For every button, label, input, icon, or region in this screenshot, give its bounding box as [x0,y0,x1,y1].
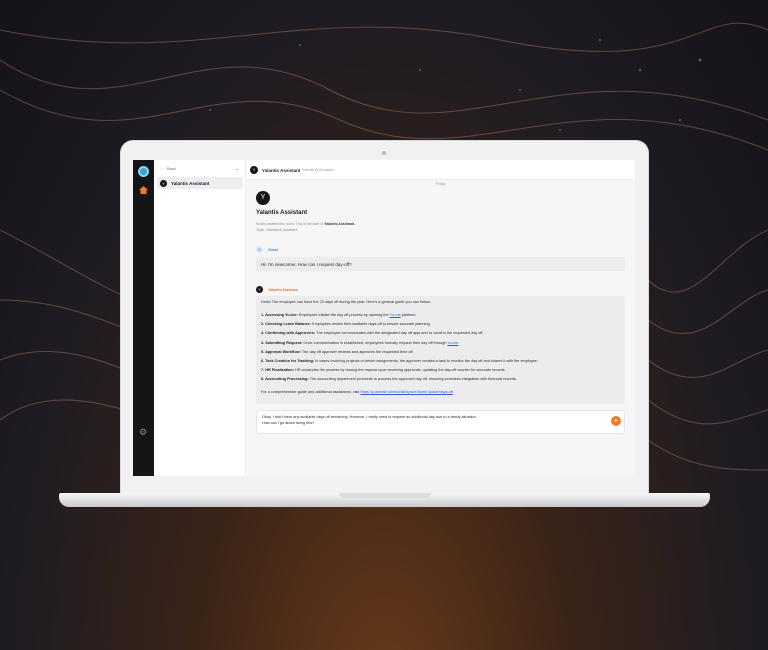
send-icon[interactable]: ➤ [611,416,621,426]
back-button[interactable]: ← Back [160,166,176,171]
steps-list: 1. Accessing Yu-me: Employees initiate t… [261,311,620,385]
assistant-avatar-large: Y [256,191,270,205]
chat-title: Yalantis Assistant [262,167,301,173]
chat-area: Y Yalantis Assistant Yalantis AI Assista… [246,160,635,476]
yume-link[interactable]: Yu-me [390,313,401,317]
answer-footer: For a comprehensive guide and additional… [261,389,455,394]
answer-intro: Hello! The employee can have the 23 days… [261,300,431,304]
message-input[interactable]: Okay, I don't have any available days of… [256,410,625,434]
page-title: Yalantis Assistant [256,210,308,216]
laptop-notch [339,493,431,498]
conversation-label: Yalantis Assistant [171,180,210,186]
camera [382,151,386,155]
app-logo-icon[interactable] [138,166,149,177]
avatar: G [256,246,263,253]
list-item: 5. Approval Workflow: The day off approv… [261,349,414,354]
list-item: 1. Accessing Yu-me: Employees initiate t… [261,313,417,317]
list-item: 3. Confirming with Approvers: The employ… [261,331,484,336]
home-icon[interactable] [139,186,148,194]
avatar: Y [160,180,167,187]
chat-header: Y Yalantis Assistant Yalantis AI Assista… [246,160,635,180]
user-name: Guest [268,248,278,252]
conversation-list: ← Back ⌄ Y Yalantis Assistant [154,160,246,476]
avatar: Y [250,166,258,174]
list-item: 7. HR Finalization: HR concludes the pro… [261,368,506,373]
arrow-left-icon: ← [160,166,164,171]
icon-rail: ⚙ [133,160,154,476]
gear-icon[interactable]: ⚙ [138,427,148,437]
chevron-down-icon[interactable]: ⌄ [235,166,239,172]
wiki-link[interactable]: https://y-domain.domo/wiki/space/dome-sp… [360,390,453,394]
chat-subtitle: Yalantis AI Assistant [302,168,334,172]
user-message: Hi! I'm newcomer. How can I request day-… [256,257,625,271]
list-item: 6. Task Creation for Tracking: In cases … [261,359,538,364]
app-window: ⚙ ← Back ⌄ Y Yalantis Assistant Y Yalanti… [133,160,635,476]
list-item: 8. Accounting Processing: The accounting… [261,377,517,382]
list-item[interactable]: Y Yalantis Assistant [157,177,243,189]
date-separator: Friday [435,182,446,186]
avatar: Y [256,286,263,293]
list-item: 4. Submitting Request: Once communicatio… [261,340,460,345]
yume-link[interactable]: Yu-me [447,341,458,345]
assistant-message: Hello! The employee can have the 23 days… [256,296,625,404]
assistant-name: Yalantis Assistant [268,288,298,292]
list-item: 2. Checking Leave Balance: Employees rev… [261,322,431,327]
room-intro: Kostin created this room. This is the st… [256,222,356,232]
